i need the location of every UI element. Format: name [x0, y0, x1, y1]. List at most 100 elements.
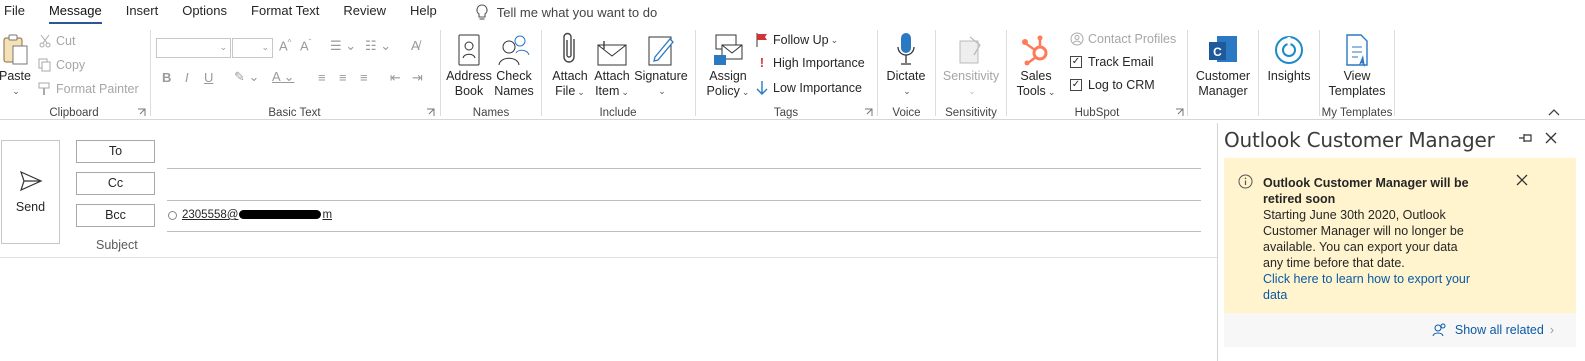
pin-icon[interactable] — [1518, 132, 1534, 144]
people-icon — [1432, 323, 1446, 337]
close-icon[interactable] — [1545, 132, 1557, 144]
send-button[interactable]: Send — [1, 140, 60, 244]
dialog-launcher-icon[interactable] — [137, 108, 146, 117]
tab-file[interactable]: File — [0, 0, 37, 24]
follow-up-label: Follow Up — [773, 33, 829, 47]
check-names-icon — [498, 35, 530, 66]
chevron-down-icon: ⌄ — [577, 87, 585, 97]
ribbon-separator — [1394, 30, 1395, 116]
decrease-indent-icon[interactable]: ⇤ — [390, 70, 401, 86]
highlight-icon[interactable]: ✎ ⌄ — [234, 69, 259, 85]
dialog-launcher-icon[interactable] — [426, 108, 435, 117]
tab-options[interactable]: Options — [170, 0, 239, 24]
numbering-icon[interactable]: ☷ ⌄ — [365, 38, 391, 54]
tab-help[interactable]: Help — [398, 0, 449, 24]
increase-indent-icon[interactable]: ⇥ — [412, 70, 423, 86]
chevron-down-icon: ⌄ — [830, 34, 839, 45]
follow-up-button[interactable]: Follow Up ⌄ — [755, 32, 838, 48]
sensitivity-button[interactable]: Sensitivity ⌄ — [937, 29, 1005, 99]
sales-tools-button[interactable]: Sales Tools ⌄ — [1012, 29, 1060, 100]
to-field[interactable] — [167, 168, 1201, 169]
format-painter-button[interactable]: Format Painter — [38, 82, 139, 96]
font-size-combo[interactable]: ⌄ — [232, 38, 273, 58]
high-importance-button[interactable]: ! High Importance — [755, 56, 865, 70]
group-label-names: Names — [472, 107, 510, 119]
low-importance-button[interactable]: Low Importance — [755, 80, 862, 96]
group-label-voice: Voice — [892, 107, 921, 119]
cut-button[interactable]: Cut — [38, 34, 75, 48]
align-right-icon[interactable]: ≡ — [360, 70, 368, 85]
align-left-icon[interactable]: ≡ — [318, 70, 326, 85]
align-center-icon[interactable]: ≡ — [339, 70, 347, 85]
ribbon-separator — [440, 30, 441, 116]
font-name-combo[interactable]: ⌄ — [156, 38, 231, 58]
dismiss-notice-icon[interactable] — [1516, 174, 1528, 186]
paperclip-icon — [563, 32, 575, 63]
group-label-clipboard: Clipboard — [49, 107, 99, 119]
paste-button[interactable]: Paste ⌄ — [0, 29, 31, 99]
contact-profile-icon — [1070, 32, 1084, 46]
bold-icon[interactable]: B — [162, 70, 171, 85]
dictate-button[interactable]: Dictate ⌄ — [883, 29, 929, 99]
signature-icon — [648, 36, 674, 66]
attach-file-label-1: Attach — [552, 69, 588, 83]
group-clipboard: Paste ⌄ Cut Copy Format Painter Clipboar… — [0, 26, 148, 120]
track-email-checkbox[interactable]: ✓ Track Email — [1070, 55, 1154, 69]
show-all-related-link[interactable]: Show all related › — [1224, 313, 1576, 347]
cc-field[interactable] — [167, 200, 1201, 201]
grow-font-icon[interactable]: A^ — [279, 38, 291, 53]
dialog-launcher-icon[interactable] — [1175, 108, 1184, 117]
subject-label: Subject — [96, 238, 138, 252]
export-data-link[interactable]: Click here to learn how to export your d… — [1263, 271, 1478, 303]
dialog-launcher-icon[interactable] — [864, 108, 873, 117]
sensitivity-tag-icon — [959, 36, 981, 64]
view-templates-button[interactable]: View Templates — [1325, 29, 1389, 99]
menu-tabs: File Message Insert Options Format Text … — [0, 0, 1585, 24]
log-to-crm-label: Log to CRM — [1088, 78, 1155, 92]
bcc-button[interactable]: Bcc — [76, 204, 155, 227]
shrink-font-icon[interactable]: Aˇ — [300, 38, 311, 53]
signature-button[interactable]: Signature ⌄ — [633, 29, 689, 99]
paste-label: Paste — [0, 69, 31, 83]
sensitivity-label: Sensitivity — [942, 69, 1000, 83]
copy-button[interactable]: Copy — [38, 58, 85, 72]
chevron-down-icon: ⌄ — [658, 86, 666, 96]
group-sensitivity: Sensitivity ⌄ Sensitivity — [937, 26, 1005, 120]
bullets-icon[interactable]: ☰ ⌄ — [330, 38, 356, 54]
paste-icon — [3, 34, 28, 65]
customer-manager-button[interactable]: C Customer Manager — [1193, 29, 1253, 99]
font-color-icon[interactable]: A ⌄ — [272, 69, 294, 85]
address-book-label-1: Address — [446, 69, 492, 83]
underline-icon[interactable]: U — [204, 70, 213, 85]
attach-file-button[interactable]: Attach File ⌄ — [549, 29, 591, 100]
insights-button[interactable]: Insights — [1264, 29, 1314, 84]
sales-tools-label-1: Sales — [1020, 69, 1052, 83]
message-body-divider — [0, 257, 1217, 258]
clear-formatting-icon[interactable]: A̸ — [411, 38, 420, 53]
log-to-crm-checkbox[interactable]: ✓ Log to CRM — [1070, 78, 1155, 92]
attach-item-button[interactable]: Attach Item ⌄ — [591, 29, 633, 100]
bcc-recipient[interactable]: 2305558@ m — [168, 209, 332, 221]
assign-policy-button[interactable]: Assign Policy ⌄ — [703, 29, 753, 100]
exclamation-icon: ! — [759, 56, 765, 70]
cc-button[interactable]: Cc — [76, 172, 155, 195]
address-book-button[interactable]: Address Book — [446, 29, 492, 99]
collapse-ribbon-icon[interactable] — [1548, 108, 1560, 116]
attach-file-label-2: File — [555, 84, 576, 98]
tell-me-search[interactable]: Tell me what you want to do — [475, 3, 657, 21]
checkbox-checked-icon: ✓ — [1070, 79, 1082, 91]
bcc-field[interactable] — [167, 231, 1201, 232]
italic-icon[interactable]: I — [185, 70, 189, 85]
track-email-label: Track Email — [1088, 55, 1154, 69]
to-button[interactable]: To — [76, 140, 155, 163]
tab-message[interactable]: Message — [37, 0, 114, 24]
tab-format-text[interactable]: Format Text — [239, 0, 331, 24]
view-templates-label-2: Templates — [1328, 84, 1386, 98]
retirement-notice: Outlook Customer Manager will be retired… — [1224, 158, 1576, 313]
tab-insert[interactable]: Insert — [114, 0, 171, 24]
contact-profiles-button[interactable]: Contact Profiles — [1070, 32, 1176, 46]
send-icon — [19, 170, 42, 192]
group-my-templates: View Templates My Templates — [1321, 26, 1393, 120]
check-names-button[interactable]: Check Names — [492, 29, 536, 99]
tab-review[interactable]: Review — [331, 0, 398, 24]
